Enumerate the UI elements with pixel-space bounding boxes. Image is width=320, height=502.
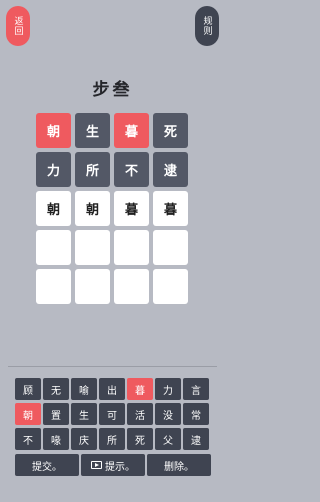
keyboard-key[interactable]: 出 bbox=[99, 378, 125, 400]
keyboard-key[interactable]: 言 bbox=[183, 378, 209, 400]
grid-cell[interactable] bbox=[36, 269, 71, 304]
keyboard-key[interactable]: 活 bbox=[127, 403, 153, 425]
keyboard-key[interactable]: 暮 bbox=[127, 378, 153, 400]
keyboard-key[interactable]: 所 bbox=[99, 428, 125, 450]
keyboard-key[interactable]: 喙 bbox=[43, 428, 69, 450]
grid-cell[interactable]: 所 bbox=[75, 152, 110, 187]
grid-cell[interactable]: 暮 bbox=[114, 191, 149, 226]
level-title: 步叁 bbox=[92, 80, 133, 100]
keyboard-key[interactable]: 逮 bbox=[183, 428, 209, 450]
keyboard-key[interactable]: 置 bbox=[43, 403, 69, 425]
character-keyboard: 顾无喻出暮力言朝置生可活没常不喙庆所死父逮 bbox=[15, 378, 211, 450]
grid-cell[interactable] bbox=[36, 230, 71, 265]
video-play-icon bbox=[91, 461, 102, 469]
keyboard-key[interactable]: 无 bbox=[43, 378, 69, 400]
grid-cell[interactable]: 生 bbox=[75, 113, 110, 148]
keyboard-key[interactable]: 没 bbox=[155, 403, 181, 425]
grid-cell[interactable] bbox=[153, 230, 188, 265]
grid-cell[interactable]: 朝 bbox=[36, 113, 71, 148]
keyboard-key[interactable]: 死 bbox=[127, 428, 153, 450]
grid-cell[interactable]: 朝 bbox=[36, 191, 71, 226]
grid-cell[interactable]: 暮 bbox=[153, 191, 188, 226]
delete-label: 删除。 bbox=[164, 461, 194, 473]
keyboard-key[interactable]: 常 bbox=[183, 403, 209, 425]
keyboard-key[interactable]: 顾 bbox=[15, 378, 41, 400]
keyboard-key[interactable]: 朝 bbox=[15, 403, 41, 425]
hint-label: 提示。 bbox=[105, 461, 135, 473]
grid-cell[interactable]: 逮 bbox=[153, 152, 188, 187]
submit-label: 提交。 bbox=[32, 461, 62, 473]
keyboard-key[interactable]: 生 bbox=[71, 403, 97, 425]
answer-grid: 朝生暮死力所不逮朝朝暮暮 bbox=[36, 113, 189, 304]
grid-cell[interactable]: 不 bbox=[114, 152, 149, 187]
grid-cell[interactable]: 朝 bbox=[75, 191, 110, 226]
rules-button[interactable]: 规则 bbox=[195, 6, 219, 46]
grid-cell[interactable] bbox=[114, 269, 149, 304]
grid-cell[interactable] bbox=[153, 269, 188, 304]
grid-cell[interactable]: 力 bbox=[36, 152, 71, 187]
grid-cell[interactable]: 死 bbox=[153, 113, 188, 148]
hint-button[interactable]: 提示。 bbox=[81, 454, 145, 476]
keyboard-key[interactable]: 可 bbox=[99, 403, 125, 425]
grid-cell[interactable] bbox=[75, 269, 110, 304]
delete-button[interactable]: 删除。 bbox=[147, 454, 211, 476]
keyboard-key[interactable]: 力 bbox=[155, 378, 181, 400]
grid-cell[interactable]: 暮 bbox=[114, 113, 149, 148]
keyboard-key[interactable]: 喻 bbox=[71, 378, 97, 400]
grid-cell[interactable] bbox=[75, 230, 110, 265]
grid-cell[interactable] bbox=[114, 230, 149, 265]
divider bbox=[8, 366, 217, 367]
action-bar: 提交。 提示。 删除。 bbox=[15, 454, 211, 476]
keyboard-key[interactable]: 父 bbox=[155, 428, 181, 450]
keyboard-key[interactable]: 庆 bbox=[71, 428, 97, 450]
back-button[interactable]: 返回 bbox=[6, 6, 30, 46]
submit-button[interactable]: 提交。 bbox=[15, 454, 79, 476]
keyboard-key[interactable]: 不 bbox=[15, 428, 41, 450]
